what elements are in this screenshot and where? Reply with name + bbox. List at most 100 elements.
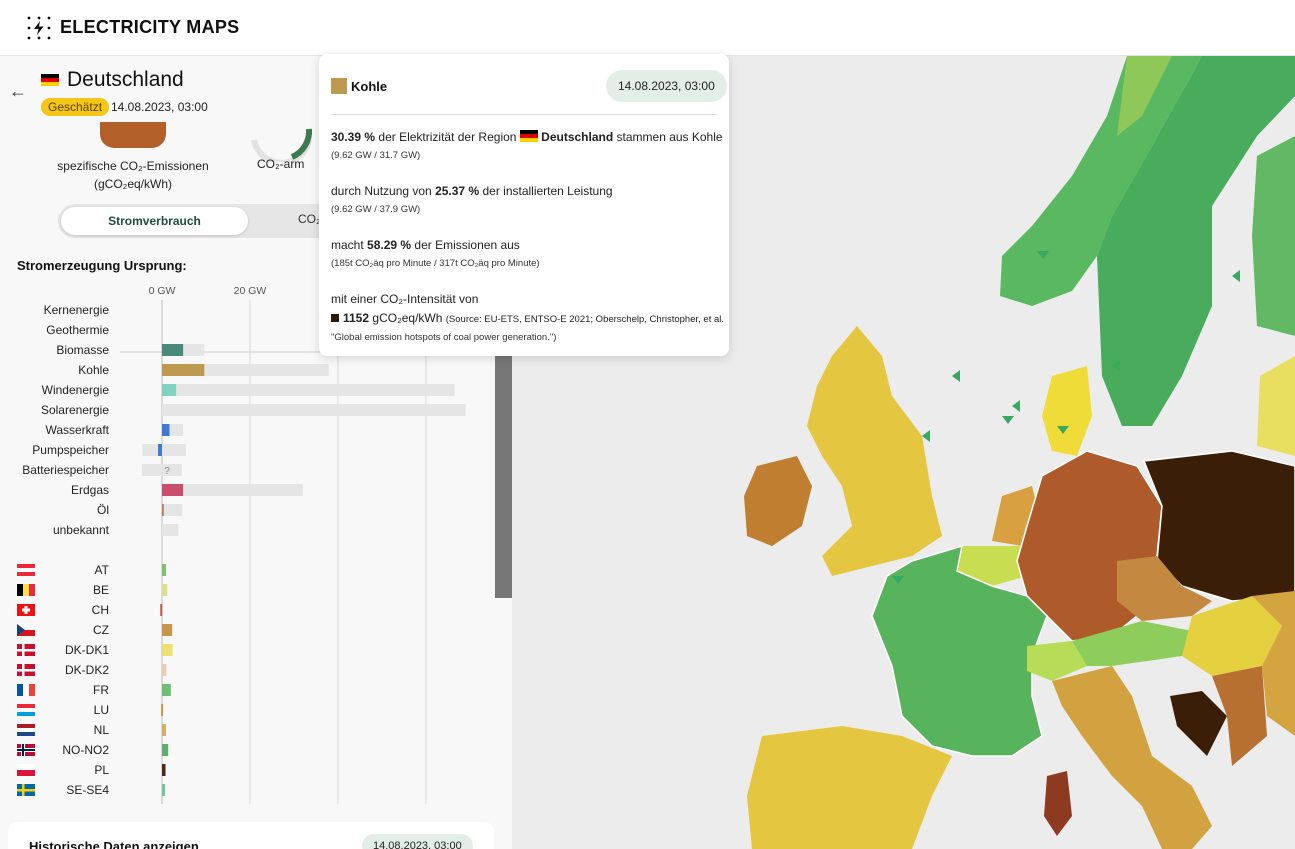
tooltip-separator	[331, 114, 717, 115]
tooltip-source-note: "Global emission hotspots of coal power …	[331, 332, 557, 343]
source-label: Windenergie	[42, 383, 110, 397]
tooltip-header: Kohle	[331, 78, 387, 94]
consumption-production-toggle[interactable]: Stromverbrauch CO₂	[58, 204, 338, 238]
history-title[interactable]: Historische Daten anzeigen	[29, 839, 199, 849]
intensity-swatch-icon	[331, 314, 339, 322]
flag-pl-icon	[17, 764, 35, 776]
flag-cz-icon	[17, 624, 35, 636]
capacity-bar	[162, 384, 455, 396]
tooltip-capacity-line: durch Nutzung von 25.37 % der installier…	[331, 184, 613, 198]
capacity-bar	[162, 404, 466, 416]
app-logo-text[interactable]: ELECTRICITY MAPS	[60, 17, 239, 38]
tooltip-intensity-value: 1152 gCO₂eq/kWh (Source: EU-ETS, ENTSO-E…	[331, 311, 724, 325]
exchange-bar	[162, 564, 166, 576]
tooltip-emissions-sub: (185t CO₂äq pro Minute / 317t CO₂äq pro …	[331, 258, 540, 269]
source-label: Geothermie	[46, 323, 109, 337]
exchange-label: CH	[92, 603, 109, 617]
capacity-bar	[162, 504, 183, 516]
flag-at-icon	[17, 564, 35, 576]
production-bar	[162, 484, 184, 496]
co2-intensity-label: spezifische CO₂-Emissionen (gCO₂eq/kWh)	[57, 159, 209, 191]
zone-header: Deutschland	[41, 68, 184, 92]
scrollbar-thumb[interactable]	[495, 336, 512, 598]
back-arrow-icon[interactable]: ←	[9, 81, 27, 102]
exchange-bar	[160, 604, 163, 616]
exchange-label: NO-NO2	[62, 743, 109, 757]
tooltip-share-sub: (9.62 GW / 31.7 GW)	[331, 150, 421, 161]
source-label: Solarenergie	[41, 403, 109, 417]
exchange-bar	[162, 584, 168, 596]
co2-intensity-square[interactable]	[100, 122, 166, 148]
flag-dk-icon	[17, 644, 35, 656]
history-date-badge: 14.08.2023, 03:00	[362, 834, 473, 849]
flag-ch-icon	[17, 604, 35, 616]
exchange-label: DK-DK2	[65, 663, 109, 677]
exchange-label: SE-SE4	[66, 783, 109, 797]
flag-lu-icon	[17, 704, 35, 716]
exchange-label: CZ	[93, 623, 109, 637]
source-label: unbekannt	[53, 523, 110, 537]
exchange-bar	[162, 684, 171, 696]
production-section-title: Stromerzeugung Ursprung:	[17, 258, 187, 273]
production-bar	[162, 344, 184, 356]
capacity-bar	[142, 444, 186, 456]
source-label: Pumpspeicher	[32, 443, 109, 457]
capacity-bar	[162, 524, 179, 536]
zone-datetime: 14.08.2023, 03:00	[111, 100, 208, 114]
exchange-bar	[162, 664, 167, 676]
exchange-bar	[162, 784, 166, 796]
production-breakdown-chart: 0 GW 20 GW Kernenergie Geothermie Biomasse Ko…	[17, 285, 490, 804]
exchange-bar	[162, 724, 166, 736]
flag-fr-icon	[17, 684, 35, 696]
source-label: Erdgas	[71, 483, 109, 497]
capacity-bar	[142, 464, 182, 476]
production-tooltip: Kohle 14.08.2023, 03:00 30.39 % der Elek…	[319, 54, 729, 356]
exchange-label: DK-DK1	[65, 643, 109, 657]
exchange-label: NL	[94, 723, 110, 737]
exchange-bar	[162, 644, 173, 656]
axis-tick-label: 0 GW	[149, 285, 176, 297]
exchange-label: LU	[94, 703, 109, 717]
flag-se-icon	[17, 784, 35, 796]
source-label: Kernenergie	[44, 303, 110, 317]
exchange-bar	[161, 704, 164, 716]
map-zone-finland[interactable]	[1252, 136, 1295, 336]
source-label: Batteriespeicher	[22, 463, 109, 477]
production-bar	[162, 424, 170, 436]
coal-swatch-icon	[331, 78, 347, 94]
germany-flag-icon	[519, 130, 538, 142]
production-bar	[162, 504, 164, 516]
exchange-bar	[162, 624, 173, 636]
source-label: Öl	[97, 503, 109, 517]
tooltip-date-badge: 14.08.2023, 03:00	[606, 70, 727, 102]
toggle-co2[interactable]: CO₂	[298, 212, 321, 226]
exchange-bar	[162, 744, 169, 756]
tooltip-capacity-sub: (9.62 GW / 37.9 GW)	[331, 204, 421, 215]
axis-tick-label: 20 GW	[234, 285, 267, 297]
flag-dk-icon	[17, 664, 35, 676]
flag-no-icon	[17, 744, 35, 756]
zone-name: Deutschland	[67, 68, 184, 91]
lightning-logo-icon[interactable]	[26, 15, 52, 41]
tooltip-share-line: 30.39 % der Elektrizität der Region Deut…	[331, 130, 723, 144]
exchange-bar	[162, 764, 166, 776]
top-bar: ELECTRICITY MAPS	[0, 0, 1295, 56]
exchange-label: PL	[94, 763, 109, 777]
estimated-badge[interactable]: Geschätzt	[41, 98, 110, 116]
low-carbon-label: CO₂-arm	[257, 157, 305, 171]
source-label: Wasserkraft	[45, 423, 109, 437]
flag-nl-icon	[17, 724, 35, 736]
tooltip-source: Kohle	[351, 78, 388, 94]
production-bar	[162, 384, 177, 396]
tooltip-emissions-line: macht 58.29 % der Emissionen aus	[331, 238, 520, 252]
production-bar	[158, 444, 162, 456]
unknown-mark: ?	[164, 466, 170, 477]
toggle-consumption[interactable]: Stromverbrauch	[61, 207, 248, 235]
exchange-label: FR	[93, 683, 109, 697]
source-label: Kohle	[78, 363, 109, 377]
low-carbon-gauge[interactable]	[248, 96, 314, 162]
history-card[interactable]: Historische Daten anzeigen 14.08.2023, 0…	[8, 822, 494, 849]
exchange-label: AT	[95, 563, 110, 577]
tooltip-intensity-line: mit einer CO₂-Intensität von	[331, 292, 479, 306]
exchange-label: BE	[93, 583, 109, 597]
